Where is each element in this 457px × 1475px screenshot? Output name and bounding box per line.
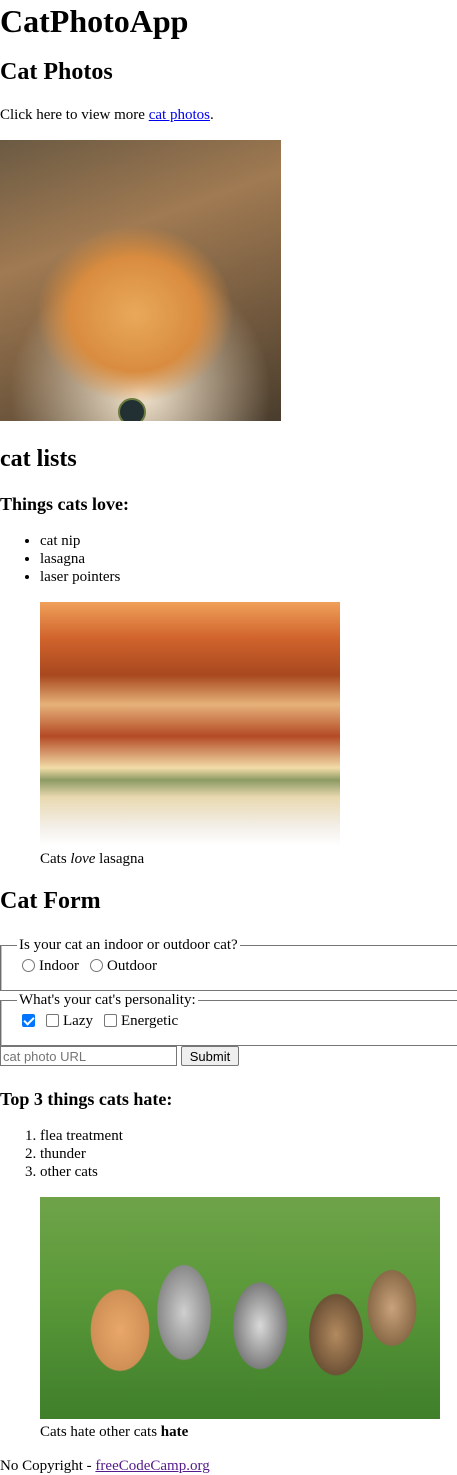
outdoor-option[interactable]: Outdoor	[87, 957, 157, 975]
cats-love-list: cat nip lasagna laser pointers	[0, 532, 120, 586]
list-item: lasagna	[40, 550, 120, 568]
personality-checkbox-checked[interactable]	[22, 1013, 35, 1027]
cat-eye-left	[118, 398, 146, 421]
cat-photos-paragraph: Click here to view more cat photos.	[0, 106, 214, 124]
list-item: other cats	[40, 1163, 123, 1181]
cat-photos-link[interactable]: cat photos	[149, 107, 210, 123]
footer: No Copyright - freeCodeCamp.org	[0, 1457, 210, 1475]
cats-hate-list: flea treatment thunder other cats	[0, 1127, 123, 1181]
energetic-checkbox[interactable]	[103, 1013, 117, 1027]
cat-photo-url-input[interactable]	[0, 1046, 177, 1066]
lasagna-caption-suffix: lasagna	[95, 851, 145, 867]
freecodecamp-link[interactable]: freeCodeCamp.org	[95, 1458, 209, 1474]
personality-fieldset: What's your cat's personality: Lazy Ener…	[0, 991, 457, 1046]
kittens-caption-strong: hate	[160, 1424, 189, 1440]
indoor-option[interactable]: Indoor	[19, 957, 79, 975]
kittens-image	[40, 1197, 440, 1419]
list-item: laser pointers	[40, 568, 120, 586]
lasagna-caption: Cats love lasagna	[40, 850, 144, 868]
things-cats-love-heading: Things cats love:	[0, 494, 130, 514]
relaxing-cat-image[interactable]	[0, 140, 281, 421]
outdoor-label[interactable]: Outdoor	[107, 958, 157, 974]
cat-form-heading: Cat Form	[0, 888, 101, 914]
energetic-label[interactable]: Energetic	[121, 1013, 178, 1029]
lazy-option[interactable]: Lazy	[43, 1012, 93, 1030]
indoor-outdoor-fieldset: Is your cat an indoor or outdoor cat? In…	[0, 936, 457, 991]
indoor-label[interactable]: Indoor	[39, 958, 79, 974]
list-item: flea treatment	[40, 1127, 123, 1145]
submit-button[interactable]: Submit	[181, 1046, 239, 1066]
indoor-outdoor-legend: Is your cat an indoor or outdoor cat?	[19, 937, 238, 953]
kittens-caption-prefix: Cats hate other cats	[40, 1424, 161, 1440]
lasagna-caption-emphasis: love	[70, 851, 96, 867]
cat-photos-text-after: .	[209, 107, 214, 123]
list-item: cat nip	[40, 532, 120, 550]
app-title: CatPhotoApp	[0, 3, 189, 39]
energetic-option[interactable]: Energetic	[101, 1012, 178, 1030]
kittens-caption: Cats hate other cats hate	[40, 1423, 188, 1441]
cat-lists-heading: cat lists	[0, 446, 77, 472]
lasagna-caption-prefix: Cats	[40, 851, 71, 867]
things-cats-hate-heading: Top 3 things cats hate:	[0, 1089, 173, 1109]
list-item: thunder	[40, 1145, 123, 1163]
footer-text: No Copyright -	[0, 1458, 96, 1474]
personality-legend: What's your cat's personality:	[19, 992, 196, 1008]
lasagna-image	[40, 602, 340, 846]
cat-photos-heading: Cat Photos	[0, 59, 113, 85]
outdoor-radio[interactable]	[90, 958, 103, 972]
indoor-radio[interactable]	[22, 958, 35, 972]
lazy-checkbox[interactable]	[46, 1013, 59, 1027]
cat-photos-text-before: Click here to view more	[0, 107, 149, 123]
lazy-label[interactable]: Lazy	[63, 1013, 93, 1029]
